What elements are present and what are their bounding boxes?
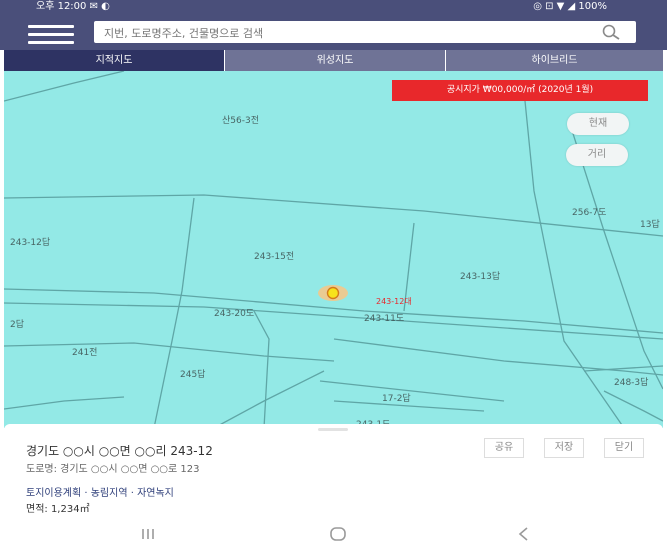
cadastral-map[interactable]: 산56-3전 243-12답 243-15전 243-13답 243-20도 2… bbox=[4, 71, 663, 428]
land-use-info[interactable]: 토지이용계획 · 농림지역 · 자연녹지 bbox=[26, 484, 174, 499]
parcel-label: 248-3답 bbox=[614, 378, 649, 388]
location-pin-icon bbox=[318, 285, 348, 301]
parcel-label: 245답 bbox=[180, 370, 206, 380]
parcel-label: 243-11도 bbox=[364, 314, 405, 324]
app-header bbox=[0, 14, 667, 50]
menu-icon-bar bbox=[28, 41, 74, 44]
road-address: 도로명: 경기도 ○○시 ○○면 ○○로 123 bbox=[26, 464, 200, 475]
parcel-label: 241전 bbox=[72, 348, 98, 358]
menu-button[interactable] bbox=[24, 20, 80, 48]
parcel-label: 2답 bbox=[10, 320, 25, 330]
parcel-label: 243-13답 bbox=[460, 272, 501, 282]
parcel-label: 243-12답 bbox=[10, 238, 51, 248]
parcel-area: 면적: 1,234㎡ bbox=[26, 504, 90, 515]
save-button[interactable]: 저장 bbox=[544, 438, 584, 458]
home-icon[interactable] bbox=[326, 525, 350, 543]
distance-measure-button[interactable]: 거리 bbox=[566, 144, 628, 166]
parcel-address: 경기도 ○○시 ○○면 ○○리 243-12 bbox=[26, 444, 213, 458]
sheet-drag-handle[interactable] bbox=[318, 428, 348, 431]
search-box bbox=[94, 21, 636, 43]
parcel-label: 13답 bbox=[640, 220, 660, 230]
menu-icon-bar bbox=[28, 33, 74, 36]
marker-parcel-label: 243-12대 bbox=[376, 297, 412, 306]
status-bar: 오후 12:00 ✉ ◐ ◎ ⊡ ▼ ◢ 100% bbox=[0, 0, 667, 14]
parcel-label: 256-7도 bbox=[572, 208, 607, 218]
search-input[interactable] bbox=[102, 23, 586, 43]
parcel-label: 17-2답 bbox=[382, 394, 411, 404]
close-button[interactable]: 닫기 bbox=[604, 438, 644, 458]
parcel-label: 243-15전 bbox=[254, 252, 295, 262]
tab-hybrid-map[interactable]: 하이브리드 bbox=[446, 50, 663, 71]
tab-satellite-map[interactable]: 위성지도 bbox=[225, 50, 445, 71]
back-icon[interactable] bbox=[512, 525, 536, 543]
official-price-banner[interactable]: 공시지가 ₩00,000/㎡ (2020년 1월) bbox=[392, 80, 648, 101]
system-nav-bar bbox=[0, 520, 667, 547]
current-location-button[interactable]: 현재 bbox=[567, 113, 629, 135]
status-time: 오후 12:00 ✉ ◐ bbox=[36, 1, 110, 12]
tab-cadastral-map[interactable]: 지적지도 bbox=[4, 50, 224, 71]
search-icon[interactable] bbox=[600, 23, 622, 41]
parcel-boundaries bbox=[4, 71, 663, 428]
parcel-info-sheet[interactable]: 경기도 ○○시 ○○면 ○○리 243-12 도로명: 경기도 ○○시 ○○면 … bbox=[4, 424, 663, 520]
status-icons: ◎ ⊡ ▼ ◢ 100% bbox=[533, 1, 607, 12]
menu-icon-bar bbox=[28, 25, 74, 28]
recent-apps-icon[interactable] bbox=[136, 525, 160, 543]
parcel-label: 산56-3전 bbox=[222, 116, 259, 126]
parcel-label: 243-20도 bbox=[214, 309, 255, 319]
share-button[interactable]: 공유 bbox=[484, 438, 524, 458]
map-tabs: 지적지도 위성지도 하이브리드 bbox=[0, 50, 667, 71]
